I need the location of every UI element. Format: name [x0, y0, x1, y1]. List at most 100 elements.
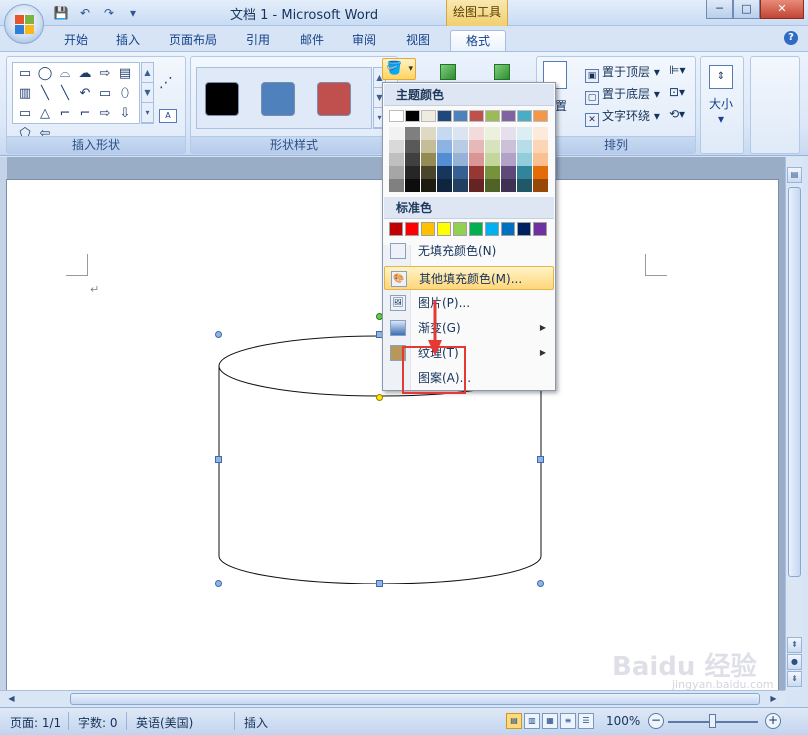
shape-gallery-item[interactable]: ▥	[15, 84, 35, 104]
theme-color-swatch[interactable]	[421, 110, 436, 122]
shape-gallery-item[interactable]: ⇨	[95, 104, 115, 124]
customize-qat-icon[interactable]: ▾	[124, 4, 142, 22]
scroll-up-icon[interactable]: ▲	[142, 63, 153, 83]
theme-shade-swatch[interactable]	[469, 127, 484, 140]
picture-fill-item[interactable]: 🖼 图片(P)...	[384, 291, 554, 315]
theme-shade-swatch[interactable]	[421, 140, 436, 153]
zoom-slider-thumb[interactable]	[709, 714, 716, 728]
tab-mailings[interactable]: 邮件	[290, 30, 334, 52]
theme-shade-swatch[interactable]	[501, 127, 516, 140]
draft-icon[interactable]: ☰	[578, 713, 594, 729]
previous-page-icon[interactable]: ⇞	[787, 637, 802, 653]
theme-shade-swatch[interactable]	[453, 127, 468, 140]
tab-review[interactable]: 审阅	[342, 30, 386, 52]
theme-shade-swatch[interactable]	[469, 153, 484, 166]
tab-references[interactable]: 引用	[236, 30, 280, 52]
theme-shade-swatch[interactable]	[517, 179, 532, 192]
theme-shade-swatch[interactable]	[437, 140, 452, 153]
theme-shade-swatch[interactable]	[517, 127, 532, 140]
theme-shade-swatch[interactable]	[533, 153, 548, 166]
print-layout-icon[interactable]: ▤	[506, 713, 522, 729]
theme-shade-swatch[interactable]	[437, 127, 452, 140]
theme-shade-swatch[interactable]	[405, 179, 420, 192]
theme-shade-swatch[interactable]	[469, 140, 484, 153]
theme-shade-swatch[interactable]	[485, 140, 500, 153]
shape-gallery-item[interactable]: ╲	[55, 84, 75, 104]
ruler-toggle-icon[interactable]: ▤	[787, 167, 802, 183]
status-page[interactable]: 页面: 1/1	[10, 714, 61, 731]
shape-gallery-item[interactable]: ⌐	[55, 104, 75, 124]
standard-color-swatch[interactable]	[437, 222, 451, 236]
close-button[interactable]: ✕	[760, 0, 804, 19]
scroll-thumb[interactable]	[788, 187, 801, 577]
theme-shade-swatch[interactable]	[485, 153, 500, 166]
zoom-level[interactable]: 100%	[606, 714, 640, 728]
standard-color-swatch[interactable]	[469, 222, 483, 236]
theme-shade-swatch[interactable]	[469, 166, 484, 179]
save-icon[interactable]: 💾	[52, 4, 70, 22]
more-icon[interactable]: ▾	[142, 103, 153, 123]
shape-style-red[interactable]	[317, 82, 351, 116]
status-word-count[interactable]: 字数: 0	[78, 714, 118, 731]
shape-gallery-item[interactable]: ▭	[15, 64, 35, 84]
theme-shade-swatch[interactable]	[437, 179, 452, 192]
theme-shade-swatch[interactable]	[501, 166, 516, 179]
scroll-left-icon[interactable]: ◀	[4, 692, 19, 706]
group-icon[interactable]: ⊡▾	[669, 85, 685, 99]
minimize-button[interactable]: ─	[706, 0, 733, 19]
theme-shade-swatch[interactable]	[501, 140, 516, 153]
theme-shade-swatch[interactable]	[405, 140, 420, 153]
shape-style-gallery[interactable]	[196, 67, 372, 129]
tab-home[interactable]: 开始	[54, 30, 98, 52]
resize-handle[interactable]	[537, 580, 544, 587]
browse-object-icon[interactable]: ●	[787, 654, 802, 670]
standard-color-swatch[interactable]	[501, 222, 515, 236]
outline-icon[interactable]: ≡	[560, 713, 576, 729]
theme-color-swatch[interactable]	[501, 110, 516, 122]
rotate-icon[interactable]: ⟲▾	[669, 107, 685, 121]
theme-shade-swatch[interactable]	[469, 179, 484, 192]
scroll-right-icon[interactable]: ▶	[766, 692, 781, 706]
edit-shape-icon[interactable]: ⋰	[159, 75, 173, 91]
standard-color-swatch[interactable]	[389, 222, 403, 236]
standard-color-swatch[interactable]	[421, 222, 435, 236]
resize-handle[interactable]	[215, 580, 222, 587]
zoom-in-icon[interactable]: +	[765, 713, 781, 729]
scroll-down-icon[interactable]: ▼	[142, 83, 153, 103]
full-screen-reading-icon[interactable]: ▥	[524, 713, 540, 729]
theme-color-swatch[interactable]	[437, 110, 452, 122]
theme-shade-swatch[interactable]	[389, 179, 404, 192]
theme-shade-swatch[interactable]	[517, 140, 532, 153]
theme-shade-swatch[interactable]	[405, 166, 420, 179]
theme-shade-swatch[interactable]	[389, 127, 404, 140]
resize-handle[interactable]	[215, 331, 222, 338]
theme-shade-swatch[interactable]	[421, 179, 436, 192]
shapes-gallery-scroll[interactable]: ▲ ▼ ▾	[141, 62, 154, 124]
shape-gallery-item[interactable]: ☁	[75, 64, 95, 84]
tab-view[interactable]: 视图	[396, 30, 440, 52]
standard-color-swatch[interactable]	[405, 222, 419, 236]
resize-handle[interactable]	[215, 456, 222, 463]
text-wrapping-button[interactable]: ✕ 文字环绕 ▾	[585, 107, 660, 127]
resize-handle[interactable]	[376, 580, 383, 587]
standard-color-swatch[interactable]	[533, 222, 547, 236]
theme-shade-swatch[interactable]	[453, 153, 468, 166]
shape-gallery-item[interactable]: ▭	[15, 104, 35, 124]
theme-shade-swatch[interactable]	[453, 179, 468, 192]
theme-shade-swatch[interactable]	[437, 166, 452, 179]
theme-shade-swatch[interactable]	[533, 140, 548, 153]
tab-format[interactable]: 格式	[450, 30, 506, 52]
theme-shade-swatch[interactable]	[501, 179, 516, 192]
help-icon[interactable]: ?	[784, 31, 798, 45]
theme-shade-swatch[interactable]	[405, 127, 420, 140]
office-button[interactable]	[4, 4, 44, 44]
theme-shade-swatch[interactable]	[405, 153, 420, 166]
shape-style-blue[interactable]	[261, 82, 295, 116]
theme-shade-swatch[interactable]	[485, 179, 500, 192]
zoom-out-icon[interactable]: −	[648, 713, 664, 729]
shape-gallery-item[interactable]: ⬯	[115, 84, 135, 104]
redo-icon[interactable]: ↷	[100, 4, 118, 22]
theme-shade-swatch[interactable]	[485, 127, 500, 140]
theme-color-swatch[interactable]	[405, 110, 420, 122]
theme-shade-swatch[interactable]	[501, 153, 516, 166]
